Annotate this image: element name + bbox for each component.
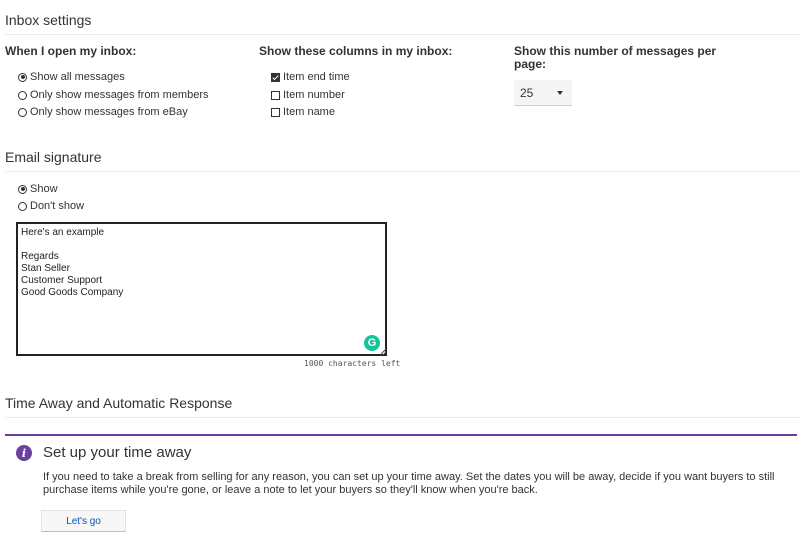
time-away-title: Time Away and Automatic Response: [5, 395, 233, 411]
inbox-settings-title: Inbox settings: [5, 12, 92, 28]
chevron-down-icon: [557, 91, 563, 95]
radio-label: Show all messages: [30, 71, 125, 83]
character-counter: 1000 characters left: [304, 359, 401, 368]
radio-icon[interactable]: [18, 184, 27, 194]
email-signature-title: Email signature: [5, 149, 102, 165]
radio-signature-show[interactable]: Show: [18, 183, 58, 195]
radio-label: Don't show: [30, 200, 85, 212]
select-value: 25: [520, 85, 534, 100]
checkbox-item-end-time[interactable]: Item end time: [271, 71, 350, 83]
resize-handle-icon[interactable]: [380, 349, 386, 355]
per-page-heading-line2: page:: [514, 57, 547, 71]
checkbox-item-name[interactable]: Item name: [271, 106, 335, 118]
messages-per-page-select[interactable]: 25: [514, 80, 572, 106]
checkbox-icon[interactable]: [271, 90, 280, 100]
notice-body: If you need to take a break from selling…: [43, 471, 775, 496]
radio-icon[interactable]: [18, 72, 27, 82]
radio-show-all-messages[interactable]: Show all messages: [18, 71, 125, 83]
radio-icon[interactable]: [18, 201, 27, 211]
checkbox-label: Item number: [283, 89, 345, 101]
open-inbox-heading: When I open my inbox:: [5, 44, 137, 58]
checkbox-label: Item end time: [283, 71, 350, 83]
radio-label: Only show messages from eBay: [30, 106, 188, 118]
columns-heading: Show these columns in my inbox:: [259, 44, 453, 58]
lets-go-button[interactable]: Let's go: [41, 510, 126, 532]
divider: [5, 34, 800, 35]
radio-members-only[interactable]: Only show messages from members: [18, 89, 209, 101]
info-icon: i: [16, 445, 32, 461]
radio-signature-dont-show[interactable]: Don't show: [18, 200, 84, 212]
radio-icon[interactable]: [18, 90, 27, 100]
signature-textarea[interactable]: Here's an example Regards Stan Seller Cu…: [16, 222, 387, 356]
notice-title: Set up your time away: [43, 444, 192, 461]
radio-ebay-only[interactable]: Only show messages from eBay: [18, 106, 188, 118]
radio-label: Only show messages from members: [30, 89, 209, 101]
divider: [5, 417, 800, 418]
radio-icon[interactable]: [18, 107, 27, 117]
radio-label: Show: [30, 183, 58, 195]
checkbox-icon[interactable]: [271, 72, 280, 82]
grammarly-icon[interactable]: G: [364, 335, 380, 351]
checkbox-label: Item name: [283, 106, 335, 118]
divider: [5, 171, 800, 172]
checkbox-icon[interactable]: [271, 107, 280, 117]
per-page-heading: Show this number of messages per page:: [514, 45, 716, 71]
checkbox-item-number[interactable]: Item number: [271, 89, 345, 101]
notice-accent-bar: [5, 434, 797, 436]
